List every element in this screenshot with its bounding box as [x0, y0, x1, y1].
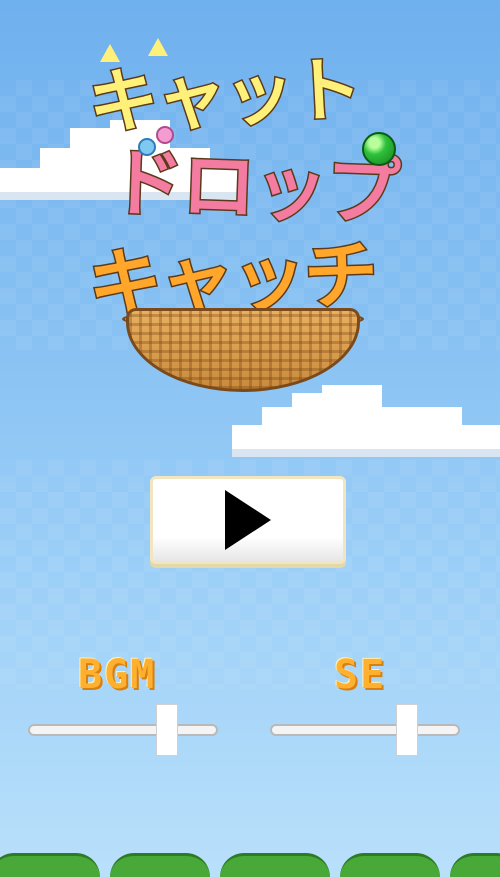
ground-bushes	[0, 850, 500, 877]
bgm-slider-handle[interactable]	[156, 705, 177, 755]
basket-icon	[126, 308, 360, 392]
game-logo: キャット ドロップ キャッチ	[0, 0, 500, 400]
game-title-screen: { "title": { "line1": "キャット", "line2": "…	[0, 0, 500, 877]
play-button[interactable]	[150, 476, 346, 564]
se-label: SE	[334, 652, 387, 698]
se-slider-track[interactable]	[270, 724, 460, 736]
green-drop-icon	[362, 132, 396, 166]
cat-ear-icon	[148, 38, 168, 56]
bush	[110, 853, 210, 877]
bgm-slider-track[interactable]	[28, 724, 218, 736]
bush	[450, 853, 500, 877]
pink-drop-icon	[156, 126, 174, 144]
blue-drop-icon	[138, 138, 156, 156]
se-slider-handle[interactable]	[396, 705, 417, 755]
bush	[220, 853, 330, 877]
bush	[340, 853, 440, 877]
play-icon	[225, 490, 271, 550]
bgm-label: BGM	[78, 652, 157, 698]
bush	[0, 853, 100, 877]
cat-ear-icon	[100, 44, 120, 62]
